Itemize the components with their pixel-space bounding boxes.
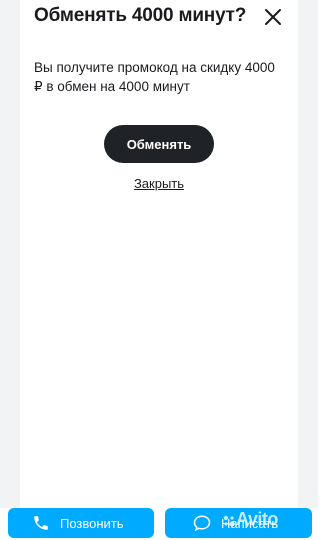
call-label: Позвонить: [60, 515, 124, 531]
dialog-title: Обменять 4000 минут?: [34, 5, 247, 26]
chat-icon: [193, 515, 211, 532]
left-margin: [0, 0, 20, 508]
write-label: Написать: [221, 515, 279, 531]
close-link[interactable]: Закрыть: [20, 176, 298, 191]
close-button[interactable]: [262, 6, 284, 28]
right-margin: [298, 0, 318, 508]
dialog-content: Обменять 4000 минут? Вы получите промоко…: [20, 0, 298, 508]
dialog-description: Вы получите промокод на скидку 4000 ₽ в …: [34, 60, 275, 94]
exchange-button[interactable]: Обменять: [104, 125, 214, 163]
dialog-sheet: Обменять 4000 минут? Вы получите промоко…: [0, 0, 318, 540]
bottom-action-bar: Позвонить Написать: [0, 508, 318, 540]
close-icon: [265, 9, 281, 25]
phone-icon: [34, 516, 48, 530]
write-button[interactable]: Написать: [165, 508, 312, 538]
call-button[interactable]: Позвонить: [8, 508, 154, 538]
